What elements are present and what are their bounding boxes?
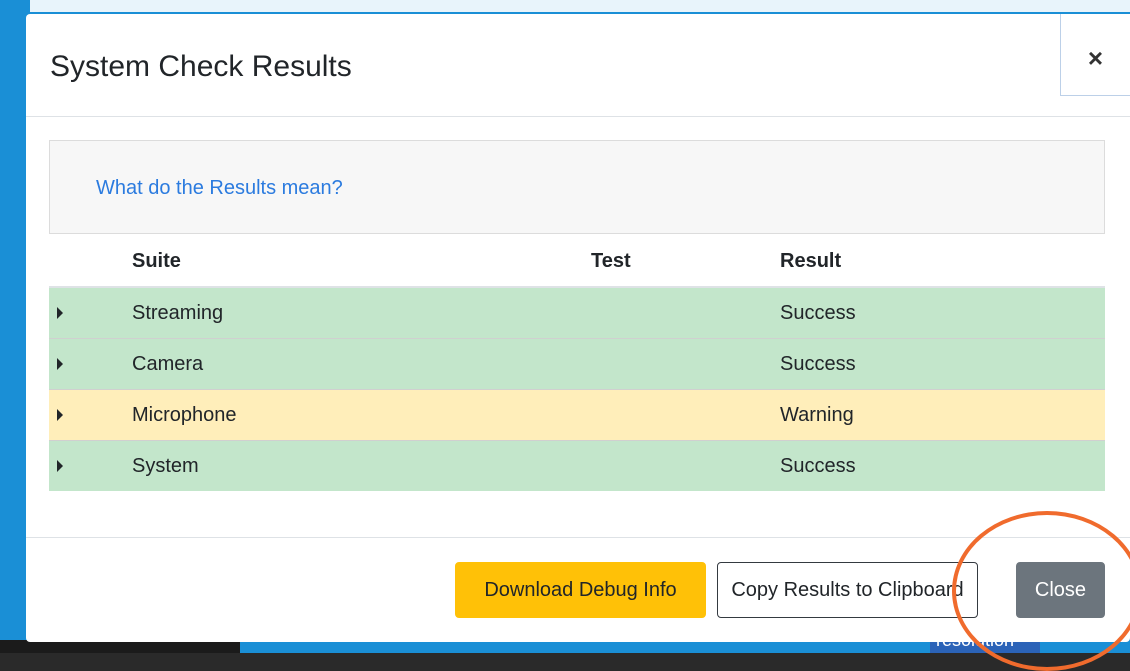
row-result: Success bbox=[780, 440, 1105, 491]
results-help-link[interactable]: What do the Results mean? bbox=[96, 177, 343, 200]
caret-right-icon[interactable] bbox=[57, 306, 63, 319]
table-row[interactable]: Microphone Warning bbox=[49, 389, 1105, 441]
table-row[interactable]: Streaming Success bbox=[49, 286, 1105, 339]
modal-footer: Download Debug Info Copy Results to Clip… bbox=[26, 537, 1130, 643]
table-row[interactable]: Camera Success bbox=[49, 338, 1105, 390]
row-suite: System bbox=[132, 440, 591, 491]
header-expander bbox=[49, 236, 132, 288]
close-icon[interactable]: × bbox=[1060, 14, 1130, 96]
header-suite: Suite bbox=[132, 236, 591, 288]
info-panel: What do the Results mean? bbox=[49, 140, 1105, 234]
row-suite: Microphone bbox=[132, 389, 591, 441]
table-row[interactable]: System Success bbox=[49, 440, 1105, 491]
table-header-row: Suite Test Result bbox=[49, 236, 1105, 288]
results-table: Suite Test Result Streaming Success Came… bbox=[49, 236, 1105, 491]
row-expander[interactable] bbox=[49, 286, 132, 339]
copy-results-button[interactable]: Copy Results to Clipboard bbox=[717, 562, 978, 618]
header-result: Result bbox=[780, 236, 1105, 288]
modal-header: System Check Results × bbox=[26, 14, 1130, 117]
download-debug-info-button[interactable]: Download Debug Info bbox=[455, 562, 706, 618]
close-button[interactable]: Close bbox=[1016, 562, 1105, 618]
row-result: Success bbox=[780, 338, 1105, 390]
caret-right-icon[interactable] bbox=[57, 459, 63, 472]
row-result: Success bbox=[780, 286, 1105, 339]
header-test: Test bbox=[591, 236, 780, 288]
row-expander[interactable] bbox=[49, 440, 132, 491]
row-result: Warning bbox=[780, 389, 1105, 441]
row-suite: Streaming bbox=[132, 286, 591, 339]
row-expander[interactable] bbox=[49, 338, 132, 390]
system-check-modal: System Check Results × What do the Resul… bbox=[26, 14, 1130, 642]
row-test bbox=[591, 389, 780, 441]
row-test bbox=[591, 440, 780, 491]
row-test bbox=[591, 338, 780, 390]
row-test bbox=[591, 286, 780, 339]
modal-title: System Check Results bbox=[50, 50, 352, 83]
caret-right-icon[interactable] bbox=[57, 357, 63, 370]
row-expander[interactable] bbox=[49, 389, 132, 441]
caret-right-icon[interactable] bbox=[57, 408, 63, 421]
background-page-strip bbox=[30, 0, 1130, 12]
row-suite: Camera bbox=[132, 338, 591, 390]
